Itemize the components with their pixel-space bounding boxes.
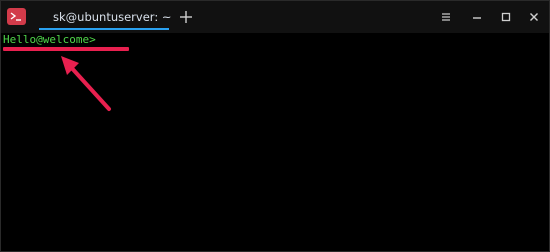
annotation-underline <box>3 47 129 51</box>
minimize-button[interactable] <box>470 10 484 24</box>
title-bar: sk@ubuntuserver: ~ <box>1 1 549 33</box>
close-button[interactable] <box>527 10 541 24</box>
maximize-button[interactable] <box>499 10 513 24</box>
tab-active[interactable]: sk@ubuntuserver: ~ <box>39 1 172 33</box>
plus-icon <box>180 11 192 23</box>
annotation-arrow <box>61 56 111 111</box>
minimize-icon <box>473 17 481 19</box>
shell-prompt: Hello@welcome> <box>3 33 96 46</box>
tab-title: sk@ubuntuserver: ~ <box>53 10 172 24</box>
terminal-window: sk@ubuntuserver: ~ Hello@welcome> <box>0 0 550 252</box>
terminal-icon <box>7 8 26 25</box>
maximize-icon <box>501 12 511 22</box>
active-tab-indicator <box>39 28 169 30</box>
new-tab-button[interactable] <box>177 8 195 26</box>
menu-button[interactable] <box>439 10 453 24</box>
close-icon <box>530 13 538 21</box>
hamburger-menu-icon <box>442 13 450 21</box>
